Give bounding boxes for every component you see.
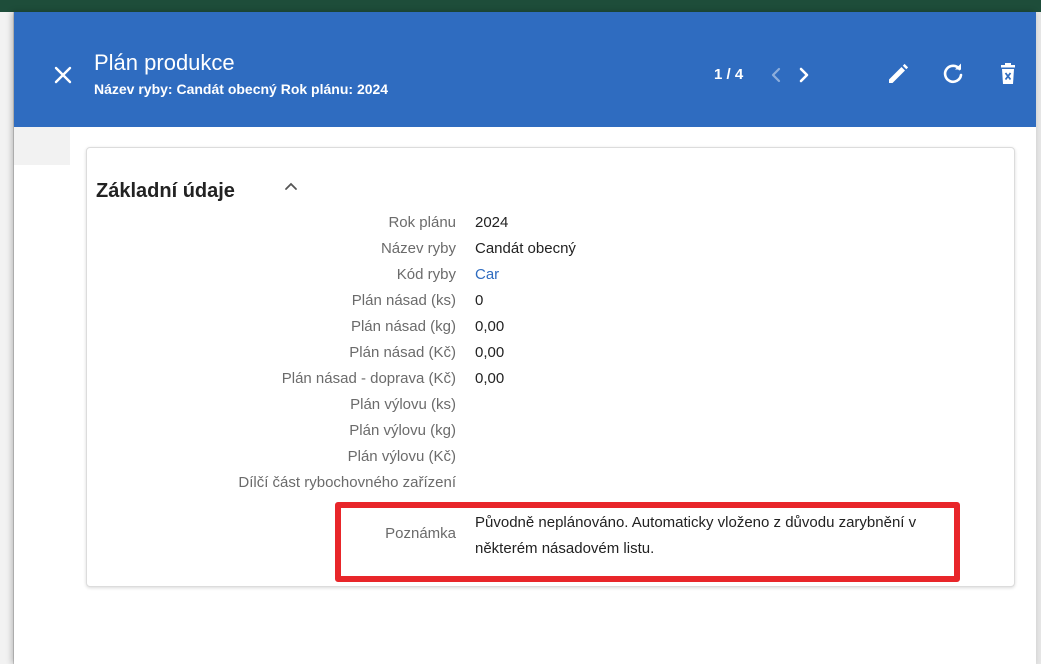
fish-code-link[interactable]: Car: [475, 266, 499, 283]
field-row-plan-nasad-ks: Plán násad (ks) 0: [87, 292, 1016, 318]
field-label: Rok plánu: [388, 214, 456, 231]
field-row-rok-planu: Rok plánu 2024: [87, 214, 1016, 240]
field-value: 0,00: [475, 370, 505, 387]
field-value: 2024: [475, 214, 509, 231]
field-label: Dílčí část rybochovného zařízení: [238, 474, 456, 491]
field-row-plan-vylovu-kg: Plán výlovu (kg): [87, 422, 1016, 448]
field-label: Plán výlovu (ks): [350, 396, 456, 413]
field-row-plan-vylovu-kc: Plán výlovu (Kč): [87, 448, 1016, 474]
note-value: Původně neplánováno. Automaticky vloženo…: [475, 514, 917, 557]
field-row-kod-ryby: Kód ryby Car: [87, 266, 1016, 292]
record-pager: 1 / 4: [714, 66, 744, 83]
dialog-subtitle: Název ryby: Candát obecný Rok plánu: 202…: [94, 81, 389, 97]
background-page-strip: [0, 12, 14, 664]
note-label: Poznámka: [385, 525, 456, 542]
field-value: 0: [475, 292, 484, 309]
field-row-plan-vylovu-ks: Plán výlovu (ks): [87, 396, 1016, 422]
field-row-plan-nasad-doprava: Plán násad - doprava (Kč) 0,00: [87, 370, 1016, 396]
dialog-header: Plán produkce Název ryby: Candát obecný …: [14, 12, 1036, 127]
field-label: Plán výlovu (kg): [349, 422, 456, 439]
field-label: Kód ryby: [396, 266, 456, 283]
section-title: Základní údaje: [96, 180, 235, 202]
background-panel: [14, 127, 70, 165]
note-row: Poznámka Původně neplánováno. Automatick…: [87, 510, 1016, 570]
chevron-left-icon[interactable]: [766, 64, 786, 86]
detail-dialog: Plán produkce Název ryby: Candát obecný …: [14, 12, 1036, 664]
field-label: Plán výlovu (Kč): [347, 448, 456, 465]
background-top-bar: [0, 0, 1041, 12]
chevron-up-icon[interactable]: [283, 178, 299, 194]
refresh-icon[interactable]: [941, 62, 965, 86]
field-value: 0,00: [475, 344, 505, 361]
field-row-plan-nasad-kc: Plán násad (Kč) 0,00: [87, 344, 1016, 370]
close-icon[interactable]: [52, 64, 74, 86]
field-row-nazev-ryby: Název ryby Candát obecný: [87, 240, 1016, 266]
pencil-icon[interactable]: [886, 62, 910, 86]
chevron-right-icon[interactable]: [794, 64, 814, 86]
delete-icon[interactable]: [996, 62, 1020, 86]
field-label: Plán násad - doprava (Kč): [281, 370, 456, 387]
field-value: Candát obecný: [475, 240, 576, 257]
field-label: Název ryby: [380, 240, 456, 257]
field-label: Plán násad (Kč): [349, 344, 456, 361]
field-label: Plán násad (ks): [351, 292, 456, 309]
basic-info-card: Základní údaje Rok plánu 2024 Název ryby…: [86, 147, 1015, 587]
field-value: 0,00: [475, 318, 505, 335]
field-label: Plán násad (kg): [350, 318, 456, 335]
field-row-dilci-cast: Dílčí část rybochovného zařízení: [87, 474, 1016, 500]
field-row-plan-nasad-kg: Plán násad (kg) 0,00: [87, 318, 1016, 344]
background-scrollbar: [1036, 12, 1041, 664]
dialog-title: Plán produkce: [94, 50, 235, 75]
